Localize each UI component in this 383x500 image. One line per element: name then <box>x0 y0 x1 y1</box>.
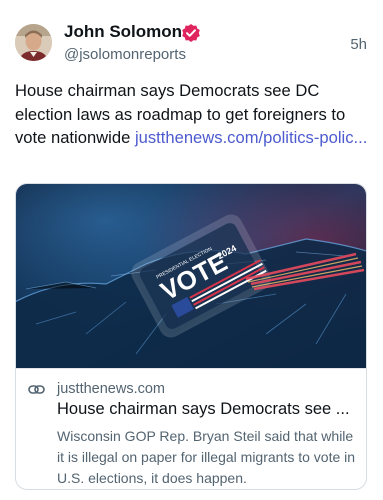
link-description: Wisconsin GOP Rep. Bryan Steil said that… <box>57 428 356 486</box>
link-icon <box>28 381 45 398</box>
link-preview-image[interactable]: PRESIDENTIAL ELECTION VOTE 2024 <box>16 184 366 368</box>
link-title[interactable]: House chairman says Democrats see ... <box>57 400 350 419</box>
verified-badge-icon <box>181 23 201 43</box>
post[interactable]: John Solomon @jsolomonreports 5h House c… <box>0 0 383 500</box>
link-preview-card[interactable]: PRESIDENTIAL ELECTION VOTE 2024 justthen… <box>15 183 367 490</box>
post-timestamp[interactable]: 5h <box>350 36 367 53</box>
link-domain[interactable]: justthenews.com <box>57 381 165 397</box>
post-text: House chairman says Democrats see DC ele… <box>15 79 375 150</box>
author-name[interactable]: John Solomon <box>64 22 182 42</box>
post-link[interactable]: justthenews.com/politics-polic... <box>135 128 367 147</box>
avatar[interactable] <box>15 24 52 61</box>
author-handle[interactable]: @jsolomonreports <box>64 46 186 63</box>
link-preview-meta[interactable]: justthenews.com House chairman says Demo… <box>16 368 366 489</box>
